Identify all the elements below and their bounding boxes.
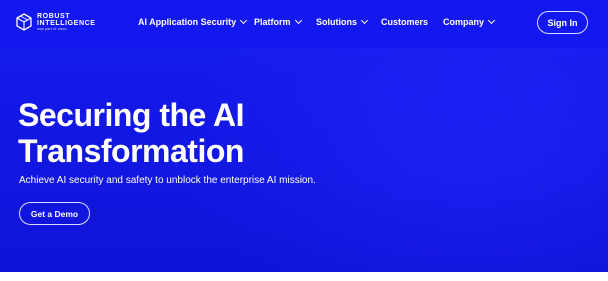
- page-bottom-band: [0, 272, 608, 281]
- brand-tagline: now part of cisco: [37, 27, 67, 31]
- brand-logo[interactable]: ROBUST INTELLIGENCE now part of cisco: [16, 13, 96, 32]
- chevron-down-icon: [487, 16, 496, 25]
- get-a-demo-button[interactable]: Get a Demo: [19, 202, 90, 225]
- nav-item-ai-application-security[interactable]: AI Application Security: [138, 16, 248, 27]
- top-navigation: ROBUST INTELLIGENCE now part of cisco AI…: [0, 0, 608, 46]
- nav-item-customers[interactable]: Customers: [381, 17, 428, 27]
- page: ROBUST INTELLIGENCE now part of cisco AI…: [0, 0, 608, 281]
- brand-name: ROBUST INTELLIGENCE now part of cisco: [37, 13, 96, 32]
- brand-name-line2: INTELLIGENCE: [37, 20, 96, 27]
- hero-headline-line1: Securing the AI: [18, 97, 245, 133]
- nav-item-label: Platform: [254, 17, 291, 27]
- chevron-down-icon: [240, 16, 248, 25]
- nav-item-label: Customers: [381, 17, 429, 27]
- nav-item-company[interactable]: Company: [443, 16, 496, 27]
- nav-item-label: AI Application Security: [138, 17, 237, 27]
- chevron-down-icon: [360, 16, 369, 25]
- nav-item-platform[interactable]: Platform: [254, 16, 302, 27]
- brand-name-line1: ROBUST: [37, 13, 71, 20]
- nav-item-label: Company: [443, 17, 485, 27]
- hexagon-cube-icon: [16, 13, 32, 31]
- hero-subhead: Achieve AI security and safety to unbloc…: [19, 175, 316, 186]
- chevron-down-icon: [294, 16, 302, 25]
- nav-item-label: Solutions: [316, 17, 357, 27]
- sign-in-button[interactable]: Sign In: [537, 11, 588, 34]
- hero-headline-line2: Transformation: [18, 133, 244, 169]
- hero-headline: Securing the AI Transformation: [18, 97, 245, 169]
- nav-item-solutions[interactable]: Solutions: [316, 16, 369, 27]
